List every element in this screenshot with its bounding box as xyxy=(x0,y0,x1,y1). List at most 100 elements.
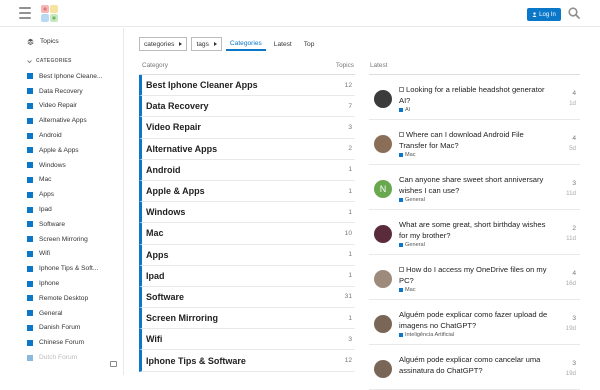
sidebar-item-software[interactable]: Software xyxy=(27,217,102,232)
category-name[interactable]: Iphone Tips & Software xyxy=(146,356,246,366)
topic-category-badge[interactable]: General xyxy=(399,242,425,248)
category-row[interactable]: Apps 1 xyxy=(139,244,355,266)
sidebar-section-categories[interactable]: CATEGORIES xyxy=(27,58,72,64)
topic-title[interactable]: What are some great, short birthday wish… xyxy=(399,220,549,241)
category-name[interactable]: Apps xyxy=(146,250,169,260)
latest-topic-row[interactable]: Looking for a reliable headshot generato… xyxy=(369,75,580,120)
category-name[interactable]: Windows xyxy=(146,207,185,217)
category-row[interactable]: Iphone Tips & Software 12 xyxy=(139,350,355,372)
avatar[interactable] xyxy=(374,315,392,333)
category-name[interactable]: Software xyxy=(146,292,184,302)
category-name[interactable]: Wifi xyxy=(146,334,162,344)
topic-activity-age[interactable]: 16d xyxy=(566,280,576,287)
tab-categories[interactable]: Categories xyxy=(225,37,266,51)
category-row[interactable]: Alternative Apps 2 xyxy=(139,138,355,160)
login-button[interactable]: Log In xyxy=(527,8,561,21)
latest-topic-row[interactable]: Alguém pode explicar como fazer upload d… xyxy=(369,300,580,345)
search-icon[interactable] xyxy=(568,7,580,19)
sidebar-item-windows[interactable]: Windows xyxy=(27,158,102,173)
sidebar-toggle-icon[interactable] xyxy=(110,361,117,367)
avatar[interactable] xyxy=(374,90,392,108)
topic-category-label: General xyxy=(405,242,425,248)
sidebar-item-apps[interactable]: Apps xyxy=(27,187,102,202)
topic-category-badge[interactable]: Mac xyxy=(399,287,416,293)
sidebar-item-wifi[interactable]: Wifi xyxy=(27,247,102,262)
sidebar-item-apple-apps[interactable]: Apple & Apps xyxy=(27,143,102,158)
tags-dropdown[interactable]: tags xyxy=(191,37,222,51)
topic-activity-age[interactable]: 19d xyxy=(566,325,576,332)
topic-category-badge[interactable]: Inteligência Artificial xyxy=(399,332,454,338)
topic-category-badge[interactable]: AI xyxy=(399,107,410,113)
sidebar-item-mac[interactable]: Mac xyxy=(27,173,102,188)
sidebar-item-video-repair[interactable]: Video Repair xyxy=(27,99,102,114)
latest-topic-row[interactable]: N Can anyone share sweet short anniversar… xyxy=(369,165,580,210)
category-name[interactable]: Ipad xyxy=(146,271,165,281)
category-row[interactable]: Data Recovery 7 xyxy=(139,96,355,118)
sidebar-item-iphone[interactable]: Iphone xyxy=(27,276,102,291)
category-row[interactable]: Wifi 3 xyxy=(139,329,355,351)
avatar[interactable]: N xyxy=(374,180,392,198)
category-row[interactable]: Video Repair 3 xyxy=(139,117,355,139)
category-row[interactable]: Windows 1 xyxy=(139,202,355,224)
sidebar-item-alternative-apps[interactable]: Alternative Apps xyxy=(27,113,102,128)
topic-title[interactable]: Alguém pode explicar como fazer upload d… xyxy=(399,310,549,331)
category-name[interactable]: Screen Mirroring xyxy=(146,313,218,323)
category-color-swatch xyxy=(27,339,33,346)
sidebar-item-chinese-forum[interactable]: Chinese Forum xyxy=(27,335,102,350)
topic-title[interactable]: Where can I download Android File Transf… xyxy=(399,130,549,151)
categories-table-header: Category Topics xyxy=(142,62,354,69)
category-row[interactable]: Ipad 1 xyxy=(139,265,355,287)
sidebar-item-android[interactable]: Android xyxy=(27,128,102,143)
avatar[interactable] xyxy=(374,135,392,153)
topic-title[interactable]: Alguém pode explicar como cancelar uma a… xyxy=(399,355,549,376)
category-name[interactable]: Apple & Apps xyxy=(146,186,205,196)
categories-dropdown[interactable]: categories xyxy=(139,37,188,51)
sidebar-item-iphone-tips[interactable]: Iphone Tips & Soft... xyxy=(27,261,102,276)
latest-topic-row[interactable]: Where can I download Android File Transf… xyxy=(369,120,580,165)
hamburger-menu-icon[interactable] xyxy=(19,7,31,19)
avatar[interactable] xyxy=(374,270,392,288)
category-name[interactable]: Best Iphone Cleaner Apps xyxy=(146,80,258,90)
topic-activity-age[interactable]: 5d xyxy=(569,145,576,152)
topic-category-badge[interactable]: General xyxy=(399,197,425,203)
sidebar-item-remote-desktop[interactable]: Remote Desktop xyxy=(27,291,102,306)
category-row[interactable]: Software 31 xyxy=(139,286,355,309)
topic-category-badge[interactable]: Mac xyxy=(399,152,416,158)
latest-topic-row[interactable]: How do I access my OneDrive files on my … xyxy=(369,255,580,300)
sidebar-item-dutch-forum[interactable]: Dutch Forum xyxy=(27,350,102,365)
sidebar-item-label: Alternative Apps xyxy=(39,117,87,125)
category-name[interactable]: Data Recovery xyxy=(146,101,209,111)
sidebar-item-ipad[interactable]: Ipad xyxy=(27,202,102,217)
category-name[interactable]: Alternative Apps xyxy=(146,144,217,154)
sidebar-item-best-iphone-cleaner[interactable]: Best Iphone Cleane... xyxy=(27,69,102,84)
topic-activity-age[interactable]: 11d xyxy=(566,190,576,197)
topic-title[interactable]: Can anyone share sweet short anniversary… xyxy=(399,175,549,196)
category-name[interactable]: Android xyxy=(146,165,181,175)
sidebar-item-general[interactable]: General xyxy=(27,306,102,321)
tab-latest[interactable]: Latest xyxy=(270,37,296,51)
tab-top[interactable]: Top xyxy=(300,37,319,51)
category-row[interactable]: Apple & Apps 1 xyxy=(139,180,355,203)
category-row[interactable]: Best Iphone Cleaner Apps 12 xyxy=(139,75,355,97)
latest-topic-row[interactable]: What are some great, short birthday wish… xyxy=(369,210,580,255)
sidebar-item-danish-forum[interactable]: Danish Forum xyxy=(27,321,102,336)
sidebar-item-screen-mirroring[interactable]: Screen Mirroring xyxy=(27,232,102,247)
sidebar-item-data-recovery[interactable]: Data Recovery xyxy=(27,84,102,99)
category-row[interactable]: Android 1 xyxy=(139,159,355,181)
topic-activity-age[interactable]: 1d xyxy=(569,100,576,107)
sidebar-item-topics[interactable]: Topics xyxy=(27,38,59,45)
category-color-swatch xyxy=(27,265,33,272)
topic-title[interactable]: Looking for a reliable headshot generato… xyxy=(399,85,549,106)
category-row[interactable]: Mac 10 xyxy=(139,223,355,245)
category-topic-count: 7 xyxy=(348,102,352,110)
topic-activity-age[interactable]: 11d xyxy=(566,235,576,242)
latest-topic-row[interactable]: Alguém pode explicar como cancelar uma a… xyxy=(369,345,580,390)
avatar[interactable] xyxy=(374,225,392,243)
category-name[interactable]: Mac xyxy=(146,228,164,238)
site-logo[interactable] xyxy=(40,4,59,23)
avatar[interactable] xyxy=(374,360,392,378)
topic-title[interactable]: How do I access my OneDrive files on my … xyxy=(399,265,549,286)
topic-activity-age[interactable]: 19d xyxy=(566,370,576,377)
category-row[interactable]: Screen Mirroring 1 xyxy=(139,308,355,330)
category-name[interactable]: Video Repair xyxy=(146,122,201,132)
